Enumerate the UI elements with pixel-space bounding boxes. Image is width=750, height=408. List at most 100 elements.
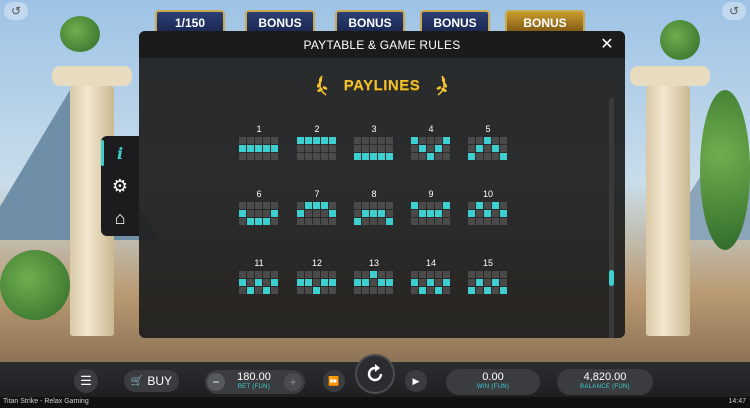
payline-cell-active (247, 287, 254, 294)
payline-cell (378, 137, 385, 144)
home-icon[interactable]: ⌂ (101, 203, 139, 233)
payline-pattern (297, 202, 336, 225)
payline-cell (492, 210, 499, 217)
payline-cell-active (247, 218, 254, 225)
payline-cell (354, 137, 361, 144)
payline-cell (354, 210, 361, 217)
payline-cell-active (484, 287, 491, 294)
fast-forward-icon[interactable]: ⏩ (323, 370, 345, 392)
balance-value: 4,820.00 (583, 371, 627, 383)
scrollbar-track[interactable] (609, 98, 614, 338)
payline-cell (492, 271, 499, 278)
bet-decrease-button[interactable]: − (207, 373, 225, 391)
payline-cell (435, 153, 442, 160)
payline-cell (263, 279, 270, 286)
cart-icon: 🛒 (130, 375, 144, 387)
balance-label: BALANCE (FUN) (580, 384, 630, 390)
payline-cell (354, 287, 361, 294)
payline-cell (239, 153, 246, 160)
payline-cell (255, 210, 262, 217)
payline-cell (362, 287, 369, 294)
payline-cell-active (329, 137, 336, 144)
payline-cell (476, 287, 483, 294)
payline-10: 10 (466, 188, 510, 225)
vine-top-left (60, 16, 100, 52)
payline-cell (297, 202, 304, 209)
close-icon[interactable]: ✕ (598, 36, 616, 54)
payline-cell (484, 218, 491, 225)
payline-cell (378, 218, 385, 225)
payline-cell-active (378, 210, 385, 217)
payline-cell (313, 145, 320, 152)
payline-pattern (411, 137, 450, 160)
payline-cell (476, 210, 483, 217)
payline-5: 5 (466, 123, 510, 160)
payline-cell (329, 218, 336, 225)
payline-cell (305, 153, 312, 160)
payline-cell-active (305, 279, 312, 286)
menu-icon[interactable]: ☰ (74, 369, 98, 393)
corner-left-icon[interactable]: ↺ (4, 2, 28, 20)
payline-cell (435, 202, 442, 209)
payline-cell (305, 218, 312, 225)
payline-cell-active (492, 145, 499, 152)
payline-cell (313, 210, 320, 217)
payline-15: 15 (466, 257, 510, 294)
payline-cell-active (263, 218, 270, 225)
payline-number: 14 (425, 258, 436, 268)
plant-left (0, 250, 70, 320)
payline-cell (239, 271, 246, 278)
payline-number: 10 (482, 189, 493, 199)
payline-cell (484, 202, 491, 209)
payline-cell (378, 271, 385, 278)
payline-7: 7 (295, 188, 339, 225)
payline-cell-active (305, 137, 312, 144)
side-menu: i ⚙ ⌂ (101, 136, 139, 236)
payline-cell-active (435, 287, 442, 294)
payline-cell-active (354, 279, 361, 286)
payline-number: 15 (482, 258, 493, 268)
payline-cell-active (468, 210, 475, 217)
payline-cell (255, 271, 262, 278)
modal-title: PAYTABLE & GAME RULES (139, 31, 625, 58)
payline-pattern (411, 271, 450, 294)
win-label: WIN (FUN) (476, 384, 510, 390)
payline-cell (321, 218, 328, 225)
payline-cell-active (313, 202, 320, 209)
payline-pattern (354, 271, 393, 294)
payline-number: 11 (254, 258, 264, 268)
payline-number: 13 (368, 258, 379, 268)
payline-cell-active (271, 279, 278, 286)
payline-cell-active (239, 279, 246, 286)
autoplay-icon[interactable]: ▶ (405, 370, 427, 392)
payline-cell (247, 202, 254, 209)
payline-cell-active (419, 145, 426, 152)
payline-cell (255, 202, 262, 209)
payline-cell-active (362, 279, 369, 286)
buy-button[interactable]: 🛒 BUY (124, 370, 179, 392)
bet-increase-button[interactable]: + (284, 373, 302, 391)
payline-cell (370, 145, 377, 152)
payline-cell (500, 271, 507, 278)
payline-cell-active (386, 279, 393, 286)
payline-cell-active (419, 210, 426, 217)
info-icon[interactable]: i (101, 138, 139, 168)
payline-cell-active (321, 279, 328, 286)
payline-cell (500, 218, 507, 225)
payline-cell-active (329, 210, 336, 217)
spin-button[interactable] (355, 354, 395, 394)
payline-cell (321, 145, 328, 152)
payline-cell (427, 271, 434, 278)
corner-right-icon[interactable]: ↺ (722, 2, 746, 20)
payline-cell (247, 153, 254, 160)
payline-1: 1 (237, 123, 281, 160)
payline-cell-active (297, 137, 304, 144)
payline-cell (247, 137, 254, 144)
payline-cell (321, 153, 328, 160)
payline-cell (313, 279, 320, 286)
payline-cell (370, 202, 377, 209)
gear-icon[interactable]: ⚙ (101, 171, 139, 201)
scrollbar-thumb[interactable] (609, 270, 614, 286)
payline-pattern (239, 137, 278, 160)
payline-cell (263, 271, 270, 278)
